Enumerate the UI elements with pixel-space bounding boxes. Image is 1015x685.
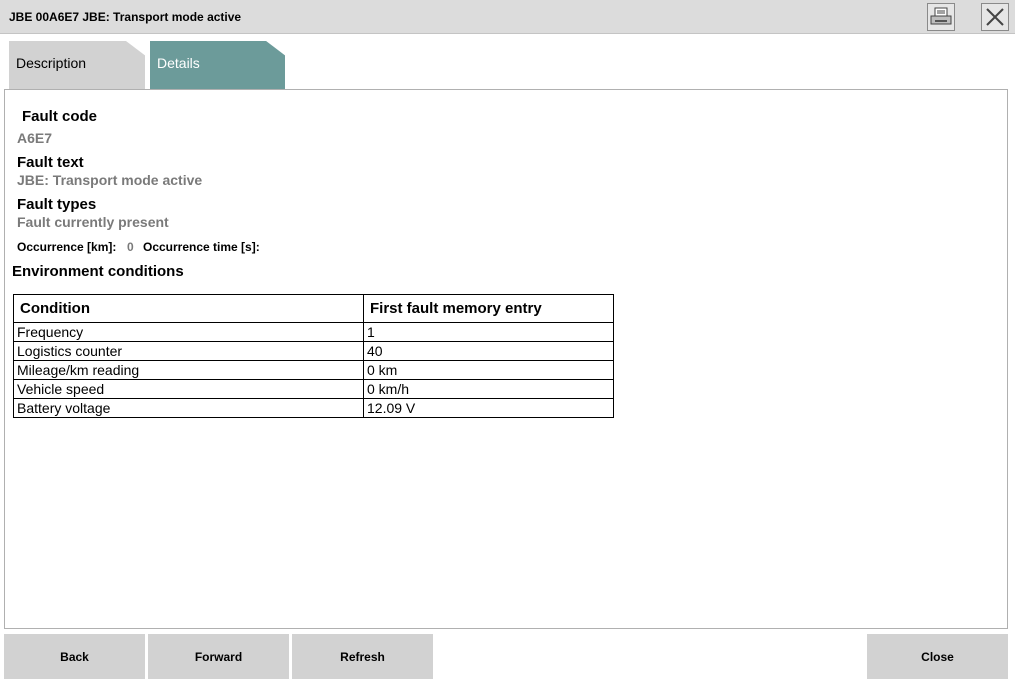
- fault-code-value: A6E7: [17, 130, 53, 146]
- value-cell: 0 km/h: [363, 379, 614, 399]
- occurrence-km-label: Occurrence [km]:: [17, 240, 117, 254]
- value-cell: 40: [363, 341, 614, 361]
- fault-types-value: Fault currently present: [17, 214, 169, 230]
- print-button[interactable]: [927, 3, 955, 31]
- details-panel: Fault code A6E7 Fault text JBE: Transpor…: [4, 89, 1008, 629]
- occurrence-time-label: Occurrence time [s]:: [143, 240, 260, 254]
- fault-text-value: JBE: Transport mode active: [17, 172, 203, 188]
- environment-conditions-title: Environment conditions: [12, 263, 184, 280]
- value-cell: 12.09 V: [363, 398, 614, 418]
- environment-table: Condition First fault memory entry Frequ…: [13, 294, 614, 418]
- condition-cell: Frequency: [13, 322, 364, 342]
- fault-types-label: Fault types: [17, 196, 97, 213]
- tab-details[interactable]: Details: [150, 41, 285, 89]
- table-row: Logistics counter 40: [13, 341, 614, 361]
- tab-description[interactable]: Description: [9, 41, 145, 89]
- header-condition: Condition: [13, 294, 364, 323]
- table-row: Mileage/km reading 0 km: [13, 360, 614, 380]
- forward-button[interactable]: Forward: [148, 634, 289, 679]
- value-cell: 0 km: [363, 360, 614, 380]
- condition-cell: Logistics counter: [13, 341, 364, 361]
- close-button[interactable]: Close: [867, 634, 1008, 679]
- table-row: Vehicle speed 0 km/h: [13, 379, 614, 399]
- table-row: Battery voltage 12.09 V: [13, 398, 614, 418]
- condition-cell: Battery voltage: [13, 398, 364, 418]
- window-close-button[interactable]: [981, 3, 1009, 31]
- value-cell: 1: [363, 322, 614, 342]
- close-icon: [986, 8, 1004, 26]
- table-header-row: Condition First fault memory entry: [13, 294, 614, 323]
- header-first-fault-memory-entry: First fault memory entry: [363, 294, 614, 323]
- condition-cell: Vehicle speed: [13, 379, 364, 399]
- occurrence-km-value: 0: [127, 240, 134, 254]
- printer-icon: [930, 7, 952, 25]
- condition-cell: Mileage/km reading: [13, 360, 364, 380]
- fault-text-label: Fault text: [17, 154, 84, 171]
- title-bar: JBE 00A6E7 JBE: Transport mode active: [0, 0, 1015, 34]
- table-row: Frequency 1: [13, 322, 614, 342]
- back-button[interactable]: Back: [4, 634, 145, 679]
- window-title: JBE 00A6E7 JBE: Transport mode active: [9, 10, 242, 24]
- fault-code-label: Fault code: [22, 108, 98, 125]
- refresh-button[interactable]: Refresh: [292, 634, 433, 679]
